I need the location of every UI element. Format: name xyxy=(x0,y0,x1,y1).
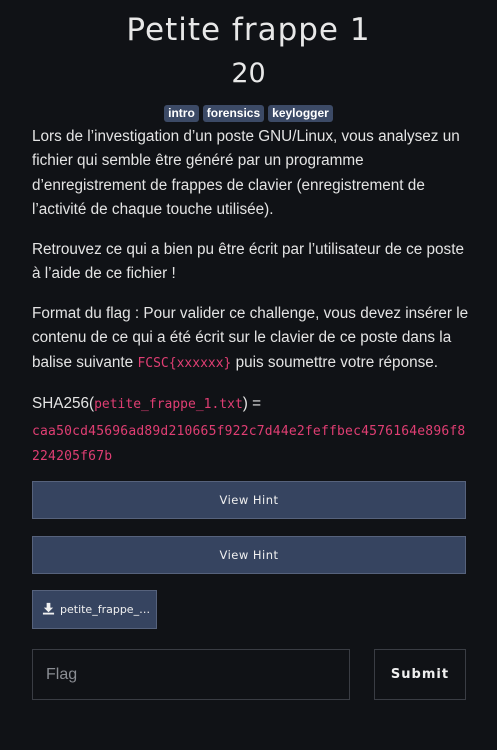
description-paragraph: Lors de l’investigation d’un poste GNU/L… xyxy=(32,128,460,218)
submit-button[interactable]: Submit xyxy=(374,649,466,700)
sha256-paragraph: SHA256(petite_frappe_1.txt) = caa50cd4569… xyxy=(32,392,472,469)
sha256-prefix: SHA256( xyxy=(32,394,95,412)
tag-forensics: forensics xyxy=(202,105,265,122)
flag-format-text-end: puis soumettre votre réponse. xyxy=(231,353,438,371)
submit-label: Submit xyxy=(390,667,450,682)
tag-keylogger: keylogger xyxy=(268,105,333,122)
sha256-filename: petite_frappe_1.txt xyxy=(94,396,243,412)
tag-list: intro forensics keylogger xyxy=(0,105,497,122)
download-icon xyxy=(42,602,55,618)
view-hint-button[interactable]: View Hint xyxy=(32,481,466,519)
challenge-description: Lors de l’investigation d’un poste GNU/L… xyxy=(32,125,472,469)
sha256-suffix: ) = xyxy=(242,394,262,412)
download-file-button[interactable]: petite_frappe_1.txt xyxy=(32,590,157,629)
download-file-label: petite_frappe_1.txt xyxy=(60,603,152,616)
flag-input[interactable] xyxy=(32,649,350,700)
tag-intro: intro xyxy=(164,105,199,122)
challenge-points: 20 xyxy=(231,58,266,89)
view-hint-label: View Hint xyxy=(219,493,279,507)
flag-format-code: FCSC{xxxxxx} xyxy=(137,355,232,371)
description-paragraph: Retrouvez ce qui a bien pu être écrit pa… xyxy=(32,240,464,283)
flag-format-paragraph: Format du flag : Pour valider ce challen… xyxy=(32,302,472,376)
view-hint-label: View Hint xyxy=(219,548,279,562)
view-hint-button[interactable]: View Hint xyxy=(32,536,466,574)
challenge-title: Petite frappe 1 xyxy=(126,12,371,48)
challenge-page: Petite frappe 1 20 intro forensics keylo… xyxy=(0,0,497,750)
sha256-hash: caa50cd45696ad89d210665f922c7d44e2feffbe… xyxy=(32,424,466,464)
